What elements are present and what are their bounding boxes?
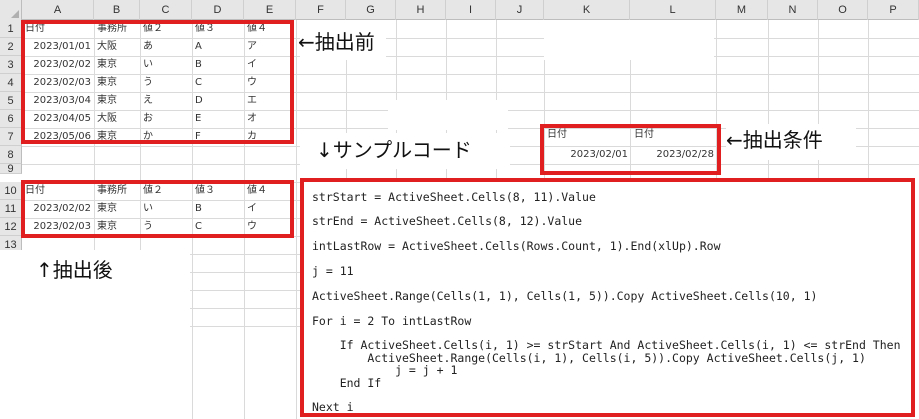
row-header-9[interactable]: 9 [0,164,22,175]
conditions-highlight [540,124,721,175]
code-line-6: For i = 2 To intLastRow [312,314,472,328]
row-header-10[interactable]: 10 [0,182,22,200]
column-header-a[interactable]: A [22,0,94,20]
code-line-4: j = 11 [312,264,354,278]
column-header-j[interactable]: J [496,0,544,20]
column-header-d[interactable]: D [192,0,244,20]
code-line-10: End If [312,376,382,390]
row-header-8[interactable]: 8 [0,146,22,164]
note-after: ↑抽出後 [36,258,113,282]
row-header-4[interactable]: 4 [0,74,22,92]
row-header-2[interactable]: 2 [0,38,22,56]
code-line-5: ActiveSheet.Range(Cells(1, 1), Cells(1, … [312,289,818,303]
column-header-k[interactable]: K [544,0,630,20]
column-header-i[interactable]: I [446,0,496,20]
column-header-b[interactable]: B [94,0,140,20]
note-before: ←抽出前 [298,30,375,54]
code-line-11: Next i [312,400,354,414]
gridline-vertical [296,20,297,419]
row-header-1[interactable]: 1 [0,20,22,38]
code-line-7: If ActiveSheet.Cells(i, 1) >= strStart A… [312,338,901,352]
code-line-1: strStart = ActiveSheet.Cells(8, 11).Valu… [312,190,596,204]
after-table-highlight [21,180,294,238]
column-header-f[interactable]: F [296,0,346,20]
code-line-3: intLastRow = ActiveSheet.Cells(Rows.Coun… [312,239,721,253]
before-table-highlight [21,20,294,144]
column-header-l[interactable]: L [630,0,716,20]
column-header-h[interactable]: H [396,0,446,20]
column-header-g[interactable]: G [346,0,396,20]
column-header-p[interactable]: P [868,0,919,20]
select-all-button[interactable] [0,0,22,20]
row-header-5[interactable]: 5 [0,92,22,110]
column-header-o[interactable]: O [818,0,868,20]
column-header-m[interactable]: M [716,0,768,20]
row-header-12[interactable]: 12 [0,218,22,236]
note-sample-code: ↓サンプルコード [316,138,472,162]
column-header-e[interactable]: E [244,0,296,20]
row-header-6[interactable]: 6 [0,110,22,128]
blank-area [544,20,714,60]
code-line-9: j = j + 1 [312,363,458,377]
code-line-2: strEnd = ActiveSheet.Cells(8, 12).Value [312,214,583,228]
column-header-bar: ABCDEFGHIJKLMNOP [0,0,919,20]
row-header-7[interactable]: 7 [0,128,22,146]
column-header-n[interactable]: N [768,0,818,20]
column-header-c[interactable]: C [140,0,192,20]
blank-area-2 [388,100,508,130]
row-header-11[interactable]: 11 [0,200,22,218]
note-conditions: ←抽出条件 [726,128,823,152]
row-header-3[interactable]: 3 [0,56,22,74]
